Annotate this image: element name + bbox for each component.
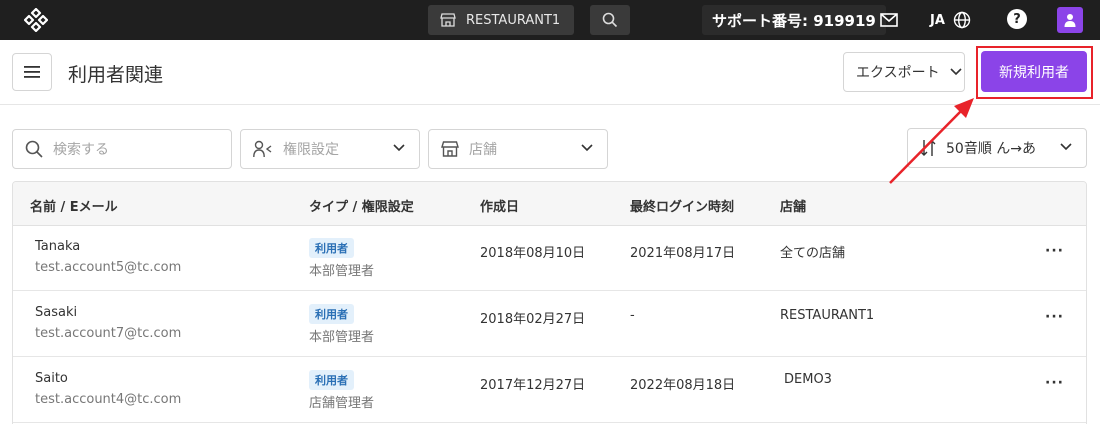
user-role: 本部管理者: [309, 264, 375, 279]
search-placeholder: 検索する: [53, 142, 109, 158]
more-options-icon[interactable]: ···: [1045, 309, 1064, 325]
header-divider: [0, 104, 1100, 105]
export-label: エクスポート: [856, 65, 940, 81]
role-filter-placeholder: 権限設定: [283, 142, 339, 158]
global-search-button[interactable]: [590, 5, 630, 35]
chevron-down-icon: [393, 144, 405, 152]
user-email: test.account4@tc.com: [35, 392, 182, 407]
store-icon: [441, 141, 459, 157]
search-input[interactable]: 検索する: [12, 129, 232, 169]
store-name: RESTAURANT1: [780, 308, 875, 323]
top-bar: RESTAURANT1 サポート番号: 919919 JA ?: [0, 0, 1100, 40]
user-permission-icon: [253, 140, 272, 158]
chevron-down-icon: [581, 144, 593, 152]
export-dropdown-button[interactable]: エクスポート: [843, 52, 965, 92]
store-selector-button[interactable]: RESTAURANT1: [428, 5, 574, 35]
language-label: JA: [930, 12, 945, 28]
store-filter-select[interactable]: 店舗: [428, 129, 608, 169]
app-logo-icon[interactable]: [24, 8, 48, 32]
search-icon: [602, 12, 618, 28]
created-date: 2018年08月10日: [480, 246, 586, 261]
support-number: サポート番号: 919919: [702, 5, 886, 35]
hamburger-menu-icon: [24, 66, 40, 78]
column-header-created[interactable]: 作成日: [480, 196, 519, 215]
more-options-icon[interactable]: ···: [1045, 243, 1064, 259]
user-type-badge: 利用者: [309, 304, 354, 324]
language-selector[interactable]: JA: [930, 8, 971, 32]
chevron-down-icon: [950, 68, 962, 76]
globe-icon: [953, 11, 971, 29]
mail-icon: [880, 13, 898, 27]
role-filter-select[interactable]: 権限設定: [240, 129, 420, 169]
table-header: 名前 / Eメール タイプ / 権限設定 作成日 最終ログイン時刻 店舗: [13, 182, 1086, 226]
user-type-cell: 利用者: [309, 238, 354, 258]
user-type-cell: 利用者: [309, 304, 354, 324]
table-row[interactable]: Sasaki test.account7@tc.com 利用者 本部管理者 20…: [13, 292, 1086, 357]
last-login-time: -: [630, 308, 635, 323]
user-type-badge: 利用者: [309, 370, 354, 390]
mail-button[interactable]: [878, 9, 900, 31]
user-name: Saito: [35, 371, 68, 386]
last-login-time: 2022年08月18日: [630, 378, 736, 393]
help-icon[interactable]: ?: [1007, 9, 1027, 29]
store-name: DEMO3: [784, 372, 832, 387]
user-role: 本部管理者: [309, 330, 375, 345]
search-icon: [25, 140, 43, 158]
sort-dropdown-button[interactable]: 50音順 ん→あ: [907, 128, 1087, 168]
page-title: 利用者関連: [68, 64, 164, 86]
last-login-time: 2021年08月17日: [630, 246, 736, 261]
user-name: Tanaka: [35, 239, 81, 254]
user-type-cell: 利用者: [309, 370, 354, 390]
user-type-badge: 利用者: [309, 238, 354, 258]
store-name: 全ての店舗: [780, 246, 846, 261]
user-email: test.account7@tc.com: [35, 326, 182, 341]
sort-label: 50音順 ん→あ: [946, 141, 1036, 157]
column-header-name[interactable]: 名前 / Eメール: [30, 196, 118, 215]
column-header-last-login[interactable]: 最終ログイン時刻: [630, 196, 734, 215]
user-icon: [1064, 14, 1076, 27]
column-header-store[interactable]: 店舗: [780, 196, 806, 215]
user-name: Sasaki: [35, 305, 78, 320]
users-table: 名前 / Eメール タイプ / 権限設定 作成日 最終ログイン時刻 店舗 Tan…: [12, 181, 1087, 424]
more-options-icon[interactable]: ···: [1045, 375, 1064, 391]
new-user-button[interactable]: 新規利用者: [981, 51, 1087, 92]
user-role: 店舗管理者: [309, 396, 375, 411]
user-avatar-button[interactable]: [1057, 7, 1083, 33]
chevron-down-icon: [1060, 143, 1072, 151]
column-header-type[interactable]: タイプ / 権限設定: [309, 196, 414, 215]
table-row[interactable]: Saito test.account4@tc.com 利用者 店舗管理者 201…: [13, 358, 1086, 423]
store-filter-placeholder: 店舗: [469, 142, 497, 158]
table-row[interactable]: Tanaka test.account5@tc.com 利用者 本部管理者 20…: [13, 226, 1086, 291]
store-selector-label: RESTAURANT1: [466, 12, 561, 28]
created-date: 2017年12月27日: [480, 378, 586, 393]
user-email: test.account5@tc.com: [35, 260, 182, 275]
created-date: 2018年02月27日: [480, 312, 586, 327]
menu-toggle-button[interactable]: [12, 53, 52, 91]
sort-icon: [920, 140, 936, 156]
store-icon: [440, 13, 456, 27]
